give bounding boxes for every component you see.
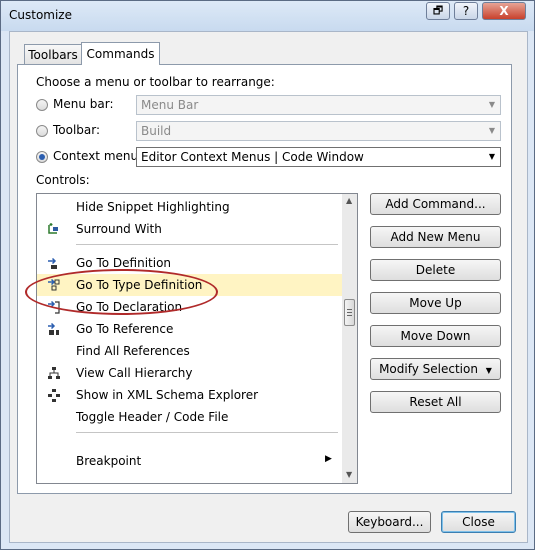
modify-selection-button[interactable]: Modify Selection ▼ — [370, 358, 501, 380]
title-bar: Customize 🗗 ? X — [1, 1, 534, 31]
list-item[interactable]: Surround With — [37, 218, 342, 240]
tab-label: Toolbars — [28, 47, 78, 62]
list-item-label: Breakpoint — [76, 454, 142, 468]
customize-dialog: Customize 🗗 ? X Toolbars Commands Choose… — [0, 0, 535, 550]
list-item-label: Show in XML Schema Explorer — [76, 388, 259, 402]
add-new-menu-button[interactable]: Add New Menu — [370, 226, 501, 248]
add-command-button[interactable]: Add Command... — [370, 193, 501, 215]
scroll-thumb[interactable] — [344, 299, 355, 326]
scroll-down-icon[interactable]: ▼ — [346, 470, 352, 479]
list-item[interactable]: Find All References — [37, 340, 342, 362]
context-menu-select[interactable]: Editor Context Menus | Code Window ▼ — [136, 147, 501, 167]
controls-list[interactable]: Hide Snippet Highlighting Surround With … — [36, 193, 358, 484]
list-item-label: Hide Snippet Highlighting — [76, 200, 230, 214]
chevron-down-icon: ▼ — [485, 366, 492, 375]
toolbar-select[interactable]: Build ▼ — [136, 121, 501, 141]
reset-all-button[interactable]: Reset All — [370, 391, 501, 413]
modify-selection-label: Modify Selection — [379, 362, 478, 376]
scroll-up-icon[interactable]: ▲ — [346, 196, 352, 205]
surround-icon — [48, 223, 58, 234]
list-item-label: Surround With — [76, 222, 162, 236]
menu-bar-label: Menu bar: — [53, 97, 114, 111]
context-menu-label: Context menu: — [53, 149, 143, 163]
list-item[interactable]: Breakpoint ▶ — [37, 450, 342, 472]
help-button[interactable]: ? — [454, 2, 478, 20]
menu-bar-value: Menu Bar — [141, 98, 199, 112]
goto-reference-icon — [48, 322, 59, 335]
list-item[interactable]: Go To Reference — [37, 318, 342, 340]
goto-declaration-icon — [48, 300, 60, 314]
close-icon: X — [499, 4, 509, 18]
list-separator — [76, 432, 338, 433]
chevron-down-icon: ▼ — [488, 152, 495, 161]
tab-toolbars[interactable]: Toolbars — [24, 44, 82, 64]
list-item[interactable]: View Call Hierarchy — [37, 362, 342, 384]
window-title: Customize — [9, 8, 72, 22]
controls-label: Controls: — [36, 173, 90, 187]
list-item-label: Go To Reference — [76, 322, 174, 336]
controls-list-items: Hide Snippet Highlighting Surround With … — [37, 194, 342, 483]
list-item-label: Toggle Header / Code File — [76, 410, 229, 424]
list-item-label: View Call Hierarchy — [76, 366, 193, 380]
close-button[interactable]: Close — [441, 511, 516, 533]
list-item[interactable]: Hide Snippet Highlighting — [37, 196, 342, 218]
grip-icon — [347, 309, 352, 310]
tab-commands[interactable]: Commands — [81, 42, 160, 65]
list-item-label: Find All References — [76, 344, 190, 358]
list-item[interactable]: Go To Definition — [37, 252, 342, 274]
context-menu-radio[interactable] — [36, 151, 48, 163]
goto-definition-icon — [48, 257, 57, 269]
restore-icon: 🗗 — [432, 3, 444, 17]
list-item-selected[interactable]: Go To Type Definition — [37, 274, 342, 296]
list-item-label: Go To Type Definition — [76, 278, 203, 292]
close-window-button[interactable]: X — [482, 2, 526, 20]
toolbar-value: Build — [141, 124, 172, 138]
delete-button[interactable]: Delete — [370, 259, 501, 281]
list-item[interactable]: Go To Declaration — [37, 296, 342, 318]
menu-bar-radio[interactable] — [36, 99, 48, 111]
list-item-label: Go To Declaration — [76, 300, 183, 314]
list-separator — [76, 244, 338, 245]
submenu-arrow-icon: ▶ — [325, 454, 332, 464]
list-item-label: Go To Definition — [76, 256, 172, 270]
list-item[interactable]: Toggle Header / Code File — [37, 406, 342, 428]
help-icon: ? — [462, 4, 470, 18]
move-up-button[interactable]: Move Up — [370, 292, 501, 314]
rearrange-label: Choose a menu or toolbar to rearrange: — [36, 75, 275, 89]
restore-button[interactable]: 🗗 — [426, 2, 450, 20]
toolbar-radio[interactable] — [36, 125, 48, 137]
tab-label: Commands — [86, 47, 155, 61]
xml-schema-icon — [48, 389, 60, 402]
call-hierarchy-icon — [48, 367, 60, 379]
goto-type-definition-icon — [48, 278, 60, 291]
keyboard-button[interactable]: Keyboard... — [348, 511, 431, 533]
menu-bar-select[interactable]: Menu Bar ▼ — [136, 95, 501, 115]
toolbar-label: Toolbar: — [53, 123, 101, 137]
move-down-button[interactable]: Move Down — [370, 325, 501, 347]
chevron-down-icon: ▼ — [488, 126, 495, 135]
chevron-down-icon: ▼ — [488, 100, 495, 109]
context-menu-value: Editor Context Menus | Code Window — [141, 150, 364, 164]
list-scrollbar[interactable]: ▲ ▼ — [342, 194, 357, 483]
list-item[interactable]: Show in XML Schema Explorer — [37, 384, 342, 406]
